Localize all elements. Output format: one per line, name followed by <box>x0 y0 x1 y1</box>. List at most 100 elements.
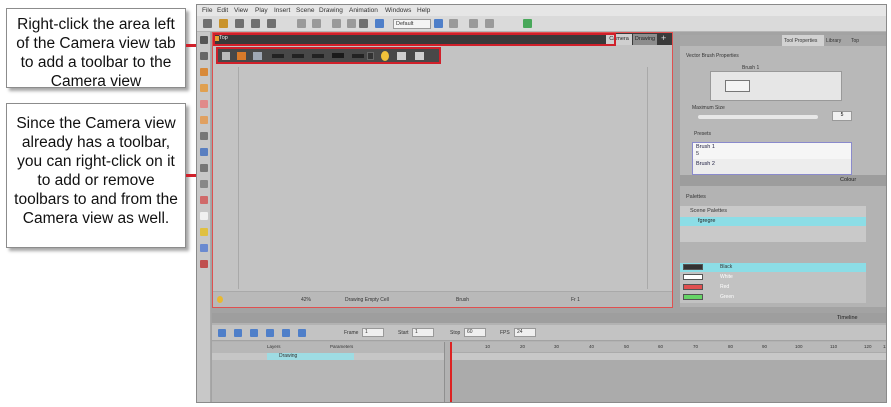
layer-name[interactable]: Drawing <box>267 353 354 360</box>
transform-tool-icon[interactable] <box>200 180 208 188</box>
camera-status-bar: 42% Drawing Empty Cell Brush Fr 1 <box>213 291 672 307</box>
pencil-tool-icon[interactable] <box>200 84 208 92</box>
select-tool-icon[interactable] <box>200 36 208 44</box>
max-size-slider[interactable] <box>698 115 818 119</box>
paint-tool-icon[interactable] <box>200 116 208 124</box>
colour-title: Colour <box>840 177 857 183</box>
camera-canvas[interactable] <box>238 67 648 289</box>
menu-help[interactable]: Help <box>417 7 430 14</box>
tab-library[interactable]: Library <box>826 38 841 44</box>
workspace-manager-icon[interactable] <box>449 19 458 28</box>
palette-item[interactable]: fgregre <box>680 217 866 226</box>
line-tool-icon[interactable] <box>200 164 208 172</box>
brush-preview[interactable] <box>710 71 842 101</box>
menu-view[interactable]: View <box>234 7 248 14</box>
colour-header: Colour <box>680 175 886 186</box>
max-size-field[interactable]: 5 <box>832 111 852 121</box>
import-icon[interactable] <box>267 19 276 28</box>
swatch-color <box>683 274 703 280</box>
menu-drawing[interactable]: Drawing <box>319 7 343 14</box>
render-icon[interactable] <box>375 19 384 28</box>
layer-row[interactable]: Drawing <box>212 353 444 360</box>
tab-top[interactable]: Top <box>851 38 859 44</box>
fps-label: FPS <box>500 330 510 336</box>
stop-field[interactable]: 60 <box>464 328 486 337</box>
text-tool-icon[interactable] <box>200 132 208 140</box>
frame-field[interactable]: 1 <box>362 328 384 337</box>
zoom-value[interactable]: 42% <box>301 297 311 303</box>
layout-2-icon[interactable] <box>485 19 494 28</box>
shape-tool-icon[interactable] <box>200 148 208 156</box>
zoom-tool-icon[interactable] <box>200 228 208 236</box>
callout-existing-toolbar-hint: Since the Camera view already has a tool… <box>6 103 186 248</box>
save-icon[interactable] <box>235 19 244 28</box>
menu-play[interactable]: Play <box>255 7 268 14</box>
presets-label: Presets <box>694 131 711 137</box>
presets-list: Brush 1 5 Brush 2 <box>692 142 852 175</box>
brush-thumbnail[interactable] <box>725 80 750 92</box>
menu-file[interactable]: File <box>202 7 212 14</box>
swatch-row[interactable]: Green <box>680 293 866 302</box>
preview-icon[interactable] <box>523 19 532 28</box>
prev-frame-icon[interactable] <box>266 329 274 337</box>
contour-tool-icon[interactable] <box>200 52 208 60</box>
workspace-save-icon[interactable] <box>434 19 443 28</box>
swatch-color <box>683 284 703 290</box>
swatch-row[interactable]: Black <box>680 263 866 272</box>
fps-field[interactable]: 24 <box>514 328 536 337</box>
frame-ruler[interactable]: 10 20 30 40 50 60 70 80 90 100 110 120 1… <box>450 342 886 352</box>
colour-swatch-list: Black White Red Green <box>680 263 866 303</box>
cut-icon[interactable] <box>332 19 341 28</box>
main-toolbar: Default <box>197 16 886 32</box>
layers-column-label: Layers <box>267 344 281 349</box>
parameters-column-label: Parameters <box>330 344 354 349</box>
undo-icon[interactable] <box>297 19 306 28</box>
play-icon[interactable] <box>218 329 226 337</box>
next-frame-icon[interactable] <box>282 329 290 337</box>
camera-tool-icon[interactable] <box>200 260 208 268</box>
eraser-tool-icon[interactable] <box>200 100 208 108</box>
add-tab-icon[interactable]: + <box>661 33 666 43</box>
camera-view: Top Camera Drawing + 42% Drawing Empty C… <box>212 32 673 308</box>
hand-tool-icon[interactable] <box>200 212 208 220</box>
swatch-color <box>683 294 703 300</box>
swatch-row[interactable]: White <box>680 273 866 282</box>
timeline-controls: Frame 1 Start 1 Stop 60 FPS 24 <box>212 325 886 341</box>
frame-row[interactable] <box>450 353 886 360</box>
save-as-icon[interactable] <box>251 19 260 28</box>
copy-icon[interactable] <box>347 19 356 28</box>
redo-icon[interactable] <box>312 19 321 28</box>
preset-item[interactable]: Brush 1 5 <box>693 143 851 159</box>
tab-drawing[interactable]: Drawing <box>633 34 657 45</box>
max-size-label: Maximum Size <box>692 105 725 111</box>
layout-icon[interactable] <box>469 19 478 28</box>
playhead[interactable] <box>450 342 452 402</box>
swatch-color <box>683 264 703 270</box>
workspace-select[interactable]: Default <box>393 19 431 29</box>
tab-tool-properties[interactable]: Tool Properties <box>784 38 817 44</box>
rigging-tool-icon[interactable] <box>200 244 208 252</box>
app-window: File Edit View Play Insert Scene Drawing… <box>196 4 887 403</box>
delete-icon[interactable] <box>359 19 368 28</box>
new-scene-icon[interactable] <box>203 19 212 28</box>
menu-edit[interactable]: Edit <box>217 7 228 14</box>
brush-tool-icon[interactable] <box>200 68 208 76</box>
first-frame-icon[interactable] <box>250 329 258 337</box>
menu-windows[interactable]: Windows <box>385 7 411 14</box>
frames-pane[interactable]: 10 20 30 40 50 60 70 80 90 100 110 120 1… <box>450 342 886 402</box>
loop-icon[interactable] <box>234 329 242 337</box>
menu-insert[interactable]: Insert <box>274 7 290 14</box>
tools-toolbar <box>197 32 211 402</box>
preset-item[interactable]: Brush 2 <box>693 160 851 176</box>
dropper-tool-icon[interactable] <box>200 196 208 204</box>
sound-icon[interactable] <box>298 329 306 337</box>
start-field[interactable]: 1 <box>412 328 434 337</box>
tool-properties-panel: Tool Properties Library Top Vector Brush… <box>680 35 886 175</box>
menu-scene[interactable]: Scene <box>296 7 314 14</box>
light-icon[interactable] <box>217 296 223 303</box>
swatch-row[interactable]: Red <box>680 283 866 292</box>
menu-animation[interactable]: Animation <box>349 7 378 14</box>
scene-palettes: Scene Palettes fgregre <box>680 206 866 242</box>
open-icon[interactable] <box>219 19 228 28</box>
scene-palettes-label: Scene Palettes <box>690 208 727 214</box>
